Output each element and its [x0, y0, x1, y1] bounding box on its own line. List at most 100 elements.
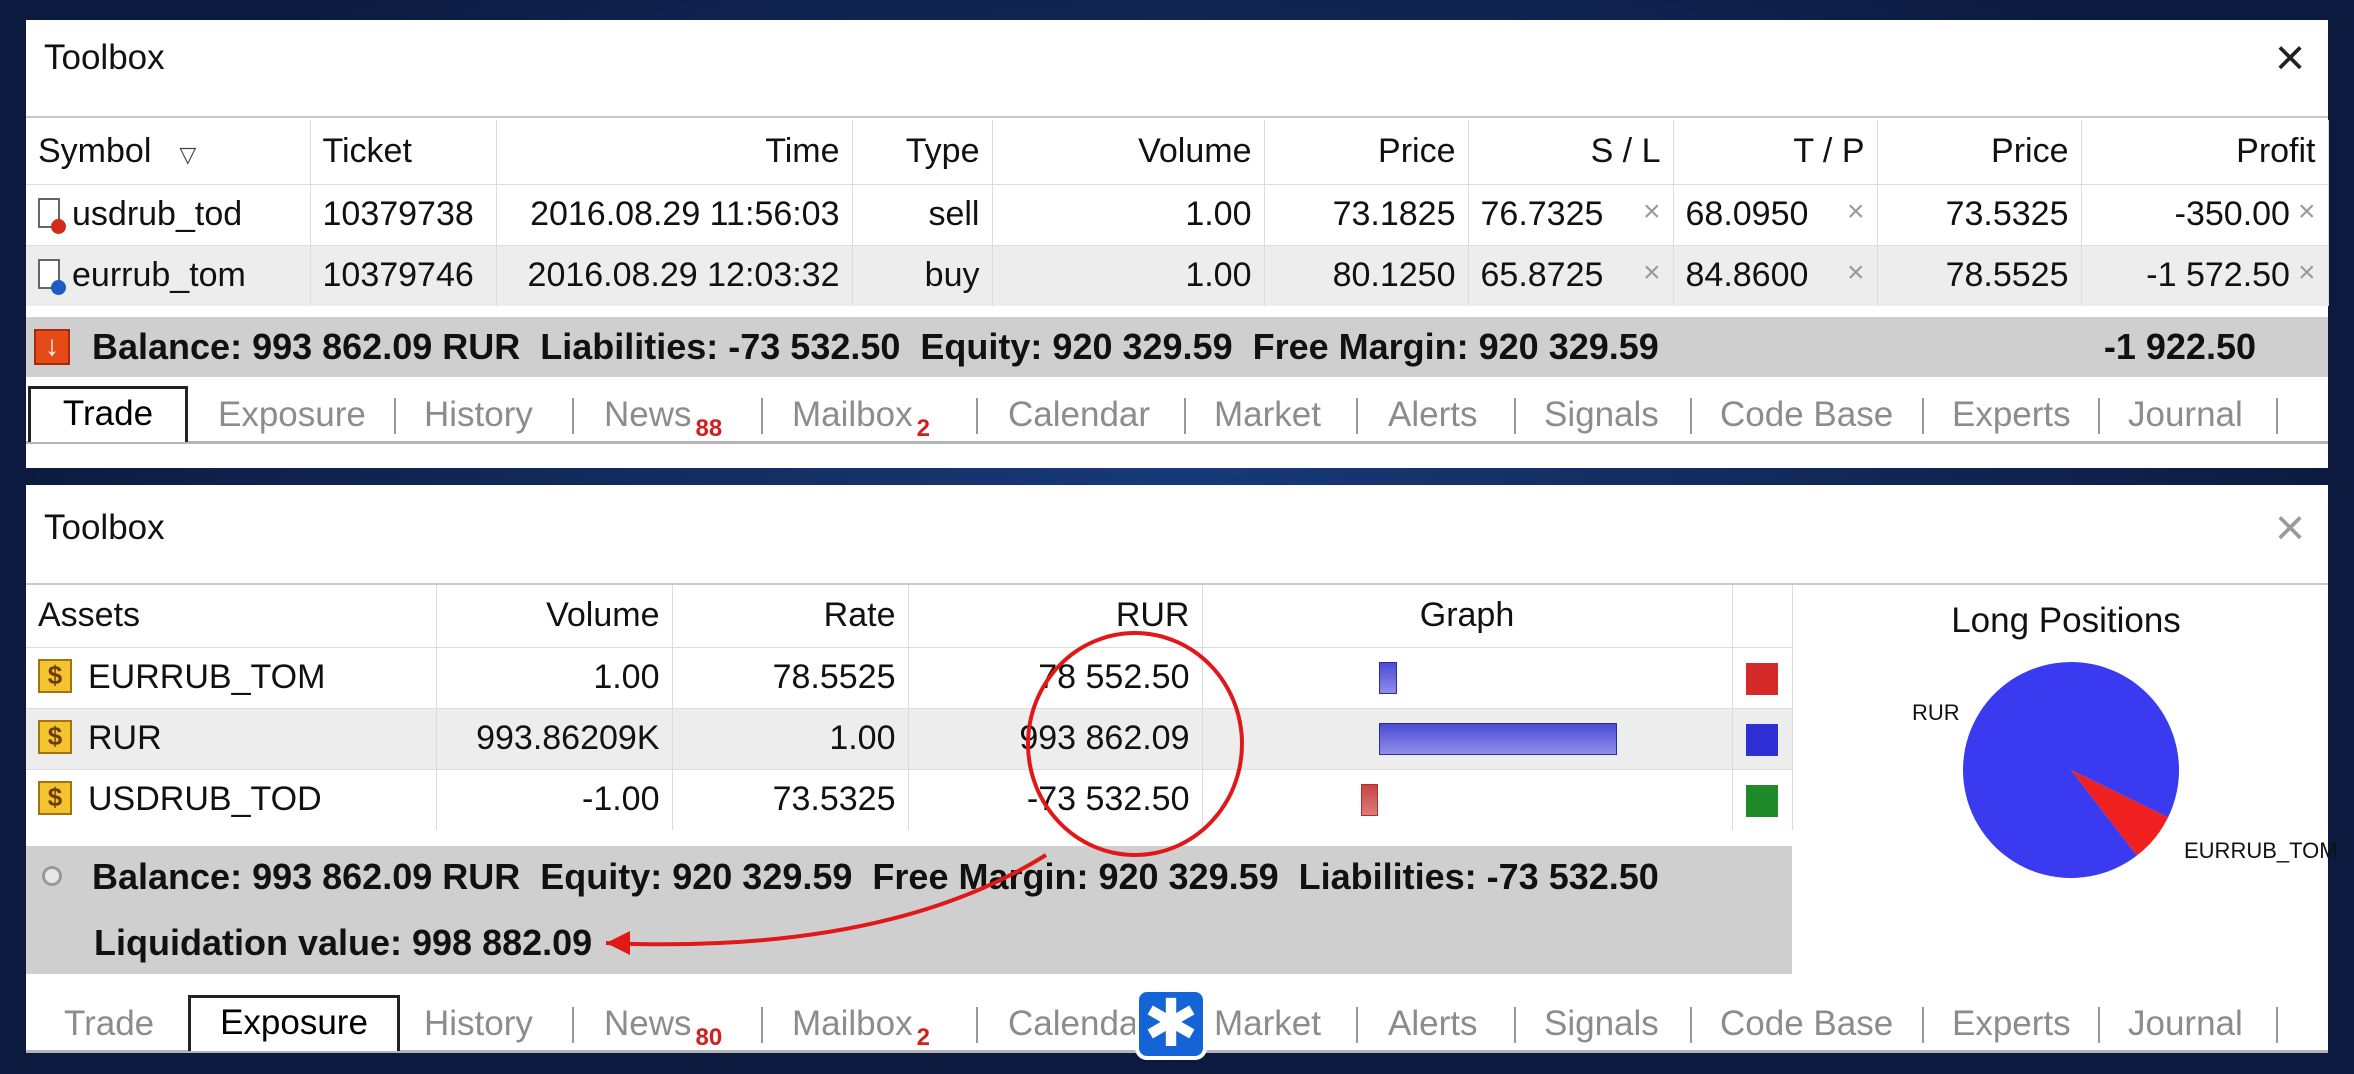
tab-experts[interactable]: Experts [1952, 999, 2071, 1051]
tab-mailbox[interactable]: Mailbox 2 [792, 390, 930, 442]
col-header-color [1732, 585, 1793, 647]
remove-sl-icon[interactable]: × [1643, 256, 1661, 290]
graph-cell [1202, 768, 1733, 830]
close-icon[interactable]: × [2266, 32, 2314, 84]
exposure-table-header: Assets Volume Rate RUR Graph [26, 585, 1793, 647]
tab-trade[interactable]: Trade [64, 999, 154, 1051]
symbol-cell: usdrub_tod [26, 183, 311, 245]
tab-separator [761, 1007, 763, 1043]
volume-cell: -1.00 [436, 768, 673, 830]
col-header-assets[interactable]: Assets [26, 585, 437, 647]
tab-trade[interactable]: Trade [28, 386, 188, 442]
total-profit: -1 922.50 [2103, 326, 2256, 367]
tab-separator [2098, 1007, 2100, 1043]
liquidation-value: Liquidation value: 998 882.09 [94, 922, 593, 963]
col-header-type[interactable]: Type [852, 120, 993, 184]
color-cell [1732, 707, 1793, 769]
tab-code-base[interactable]: Code Base [1720, 999, 1893, 1051]
tab-market[interactable]: Market [1214, 999, 1321, 1051]
table-row[interactable]: $ RUR 993.86209K 1.00 993 862.09 [26, 707, 1793, 769]
toolbox-title: Toolbox [44, 508, 165, 547]
col-header-volume[interactable]: Volume [992, 120, 1265, 184]
col-header-profit[interactable]: Profit [2081, 120, 2329, 184]
pie-title: Long Positions [1951, 601, 2181, 640]
close-position-icon[interactable]: × [2298, 256, 2316, 290]
pie-slice-label: RUR [1912, 700, 1960, 725]
tab-signals[interactable]: Signals [1544, 390, 1659, 442]
table-row[interactable]: eurrub_tom 10379746 2016.08.29 12:03:32 … [26, 244, 2329, 306]
ticket-cell: 10379746 [310, 244, 497, 306]
col-header-symbol[interactable]: Symbol ▽ [26, 120, 311, 184]
col-header-graph[interactable]: Graph [1202, 585, 1733, 647]
remove-tp-icon[interactable]: × [1847, 195, 1865, 229]
remove-sl-icon[interactable]: × [1643, 195, 1661, 229]
col-header-tp[interactable]: T / P [1673, 120, 1878, 184]
color-swatch [1746, 724, 1778, 757]
toolbox-titlebar: Toolbox × [26, 20, 2328, 118]
tab-separator [1690, 398, 1692, 434]
table-row[interactable]: $ EURRUB_TOM 1.00 78.5525 78 552.50 [26, 646, 1793, 708]
volume-cell: 1.00 [992, 183, 1265, 245]
rur-cell: 78 552.50 [908, 646, 1203, 708]
tab-exposure[interactable]: Exposure [218, 390, 366, 442]
currency-icon: $ [38, 659, 72, 694]
current-price-cell: 73.5325 [1877, 183, 2082, 245]
sl-cell: 65.8725 × [1468, 244, 1674, 306]
currency-icon: $ [38, 720, 72, 755]
asset-cell: $ USDRUB_TOD [26, 768, 437, 830]
tab-separator [1690, 1007, 1692, 1043]
tab-market[interactable]: Market [1214, 390, 1321, 442]
graph-cell [1202, 707, 1733, 769]
tab-journal[interactable]: Journal [2128, 390, 2243, 442]
toolbox-tabs: Trade Exposure History News 88 Mailbox 2 C… [26, 384, 2328, 444]
sort-icon[interactable]: ▽ [179, 142, 196, 168]
tab-news[interactable]: News 88 [604, 390, 722, 442]
tab-mailbox[interactable]: Mailbox 2 [792, 999, 930, 1051]
tab-journal[interactable]: Journal [2128, 999, 2243, 1051]
tab-alerts[interactable]: Alerts [1388, 999, 1477, 1051]
tab-signals[interactable]: Signals [1544, 999, 1659, 1051]
tab-separator [1514, 1007, 1516, 1043]
tab-calendar[interactable]: Calendar [1008, 999, 1150, 1051]
col-header-sl[interactable]: S / L [1468, 120, 1674, 184]
col-header-volume[interactable]: Volume [436, 585, 673, 647]
tp-cell: 84.8600 × [1673, 244, 1878, 306]
currency-icon: $ [38, 781, 72, 816]
asset-cell: $ EURRUB_TOM [26, 646, 437, 708]
col-header-current-price[interactable]: Price [1877, 120, 2082, 184]
close-position-icon[interactable]: × [2298, 195, 2316, 229]
col-header-time[interactable]: Time [496, 120, 853, 184]
color-cell [1732, 646, 1793, 708]
symbol-cell: eurrub_tom [26, 244, 311, 306]
arrow-down-icon[interactable]: ↓ [34, 329, 70, 365]
status-dot-icon [42, 866, 62, 886]
col-header-rate[interactable]: Rate [672, 585, 909, 647]
close-icon[interactable]: × [2266, 502, 2314, 554]
tab-separator [572, 398, 574, 434]
tab-calendar[interactable]: Calendar [1008, 390, 1150, 442]
tab-code-base[interactable]: Code Base [1720, 390, 1893, 442]
col-header-ticket[interactable]: Ticket [310, 120, 497, 184]
col-header-price[interactable]: Price [1264, 120, 1469, 184]
mailbox-badge: 2 [916, 415, 930, 442]
table-row[interactable]: $ USDRUB_TOD -1.00 73.5325 -73 532.50 [26, 768, 1793, 830]
news-badge: 80 [695, 1024, 723, 1051]
mailbox-badge: 2 [916, 1024, 930, 1051]
tab-separator [976, 398, 978, 434]
remove-tp-icon[interactable]: × [1847, 256, 1865, 290]
tab-news[interactable]: News 80 [604, 999, 722, 1051]
tab-alerts[interactable]: Alerts [1388, 390, 1477, 442]
tab-exposure[interactable]: Exposure [188, 995, 400, 1051]
tab-history[interactable]: History [424, 390, 533, 442]
toolbox-title: Toolbox [44, 38, 165, 77]
rate-cell: 78.5525 [672, 646, 909, 708]
col-header-rur[interactable]: RUR [908, 585, 1203, 647]
table-row[interactable]: usdrub_tod 10379738 2016.08.29 11:56:03 … [26, 183, 2329, 245]
profit-cell: -350.00 × [2081, 183, 2329, 245]
time-cell: 2016.08.29 12:03:32 [496, 244, 853, 306]
tab-history[interactable]: History [424, 999, 533, 1051]
account-summary-text: Balance: 993 862.09 RUR Liabilities: -73… [92, 326, 1659, 367]
tab-experts[interactable]: Experts [1952, 390, 2071, 442]
profit-cell: -1 572.50 × [2081, 244, 2329, 306]
news-badge: 88 [695, 415, 723, 442]
